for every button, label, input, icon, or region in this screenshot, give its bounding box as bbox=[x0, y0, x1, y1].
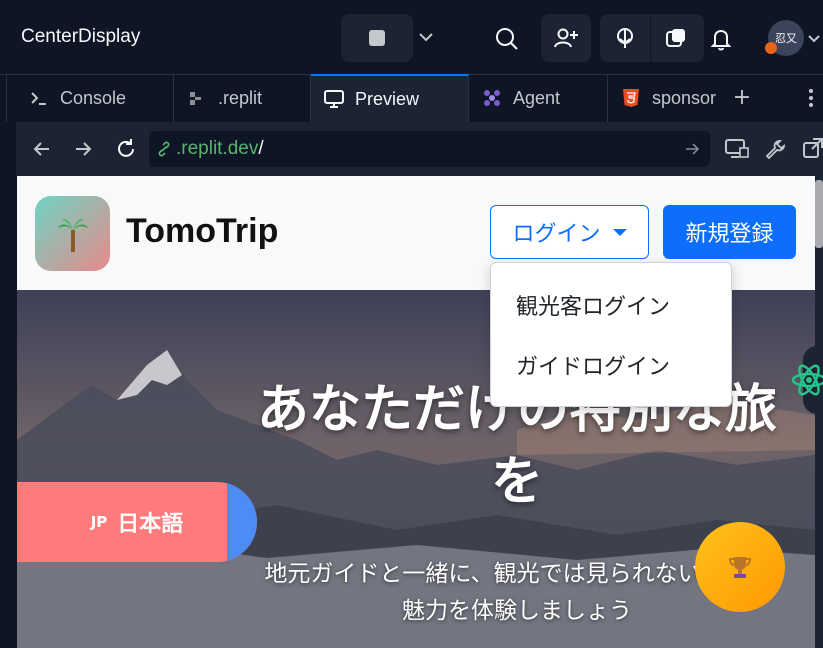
tab-console[interactable]: Console bbox=[16, 74, 174, 122]
terminal-icon bbox=[28, 87, 50, 109]
more-options-icon[interactable] bbox=[808, 86, 818, 110]
search-icon[interactable] bbox=[492, 24, 522, 54]
config-icon bbox=[186, 87, 208, 109]
workspace-icon[interactable] bbox=[664, 26, 688, 50]
devtools-icon[interactable] bbox=[724, 137, 750, 165]
tab-label: sponsor bbox=[652, 87, 717, 108]
react-icon bbox=[791, 364, 823, 396]
html5-icon bbox=[620, 87, 642, 109]
tab-preview[interactable]: Preview bbox=[311, 74, 469, 122]
palm-tree-icon bbox=[57, 218, 88, 252]
url-path: / bbox=[258, 138, 264, 159]
language-code: JP bbox=[90, 513, 108, 531]
tab-agent[interactable]: Agent bbox=[469, 74, 608, 122]
react-devtools-badge[interactable] bbox=[791, 346, 823, 414]
guide-login-item[interactable]: ガイドログイン bbox=[516, 349, 670, 381]
signup-button[interactable]: 新規登録 bbox=[663, 205, 796, 259]
preview-frame: TomoTrip ログイン 新規登録 あなただけの特別な旅を 地元ガイドと一緒に… bbox=[17, 176, 815, 648]
add-user-icon bbox=[554, 28, 578, 48]
tab-label: Preview bbox=[355, 88, 420, 109]
bell-icon[interactable] bbox=[706, 24, 736, 54]
site-logo[interactable] bbox=[35, 196, 110, 271]
avatar-status-badge bbox=[765, 42, 777, 54]
login-dropdown-button[interactable]: ログイン bbox=[490, 205, 649, 259]
stop-button[interactable] bbox=[341, 14, 413, 62]
invite-button[interactable] bbox=[541, 14, 591, 62]
caret-down-icon bbox=[612, 228, 627, 236]
tab-label: Console bbox=[60, 87, 127, 108]
monitor-icon bbox=[323, 88, 345, 110]
add-tab-button[interactable]: + bbox=[730, 86, 754, 110]
go-arrow-icon[interactable] bbox=[684, 141, 700, 157]
chevron-down-icon[interactable] bbox=[415, 26, 437, 48]
tab-label: Agent bbox=[513, 87, 561, 108]
trophy-icon bbox=[728, 557, 752, 578]
url-text: .replit.dev bbox=[176, 138, 259, 159]
deploy-button-group bbox=[600, 14, 704, 62]
link-icon bbox=[158, 141, 170, 157]
language-switch-button[interactable]: JP 日本語 bbox=[17, 482, 257, 562]
tab-label: .replit bbox=[218, 87, 263, 108]
login-label: ログイン bbox=[512, 222, 601, 247]
wrench-icon[interactable] bbox=[764, 137, 788, 165]
preview-scrollbar-thumb[interactable] bbox=[815, 180, 823, 248]
back-icon[interactable] bbox=[31, 138, 53, 164]
app-title: CenterDisplay bbox=[21, 26, 141, 47]
forward-icon[interactable] bbox=[72, 138, 94, 164]
tab-bar-edge bbox=[0, 74, 7, 122]
language-label: 日本語 bbox=[117, 512, 184, 537]
tab-replit-config[interactable]: .replit bbox=[174, 74, 311, 122]
trophy-button[interactable] bbox=[695, 522, 785, 612]
open-external-icon[interactable] bbox=[802, 137, 823, 165]
chevron-down-icon[interactable] bbox=[806, 30, 822, 46]
refresh-icon[interactable] bbox=[114, 137, 138, 165]
url-input[interactable]: .replit.dev / bbox=[149, 131, 710, 167]
agent-icon bbox=[481, 87, 503, 109]
tourist-login-item[interactable]: 観光客ログイン bbox=[516, 289, 670, 321]
tab-sponsor[interactable]: sponsor bbox=[608, 74, 720, 122]
deploy-icon[interactable] bbox=[613, 26, 637, 50]
left-gutter bbox=[0, 122, 16, 648]
site-brand[interactable]: TomoTrip bbox=[126, 212, 278, 251]
stop-icon bbox=[369, 30, 385, 46]
login-dropdown-menu: 観光客ログイン ガイドログイン bbox=[490, 262, 732, 407]
